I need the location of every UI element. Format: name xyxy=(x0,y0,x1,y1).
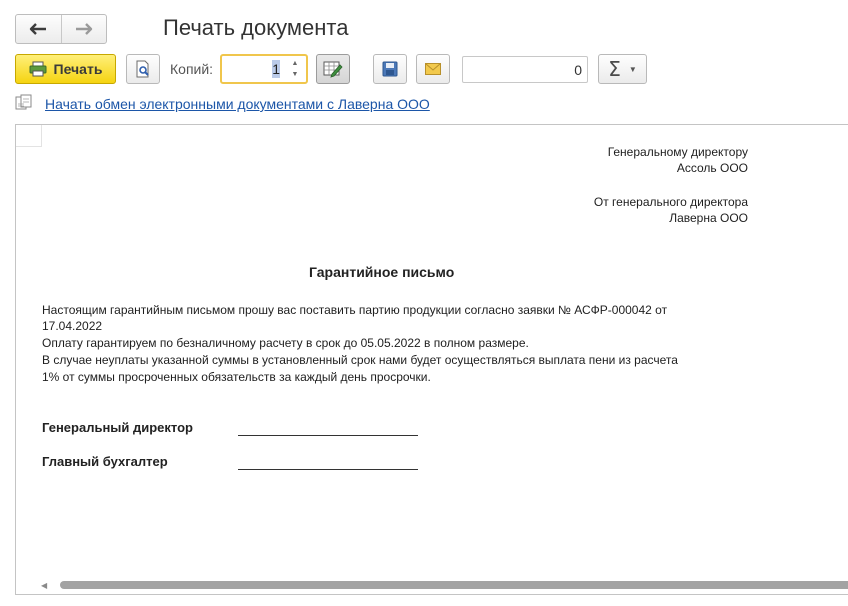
body-line: 1% от суммы просроченных обязательств за… xyxy=(42,370,431,384)
body-line: Оплату гарантируем по безналичному расче… xyxy=(42,336,529,350)
print-button[interactable]: Печать xyxy=(15,54,116,84)
back-button[interactable] xyxy=(16,15,61,43)
envelope-icon xyxy=(425,63,441,75)
scrollbar-thumb[interactable] xyxy=(60,581,848,589)
horizontal-scrollbar[interactable]: ◀ xyxy=(32,576,848,594)
body-line: 17.04.2022 xyxy=(42,319,103,333)
sigma-icon: Σ xyxy=(608,57,621,81)
recipient-company: Ассоль ООО xyxy=(676,161,748,175)
letter-heading: Гарантийное письмо xyxy=(309,264,455,280)
accountant-signature-line xyxy=(238,469,418,470)
body-line: Настоящим гарантийным письмом прошу вас … xyxy=(42,303,668,317)
copies-value: 1 xyxy=(272,61,280,77)
scroll-left-icon[interactable]: ◀ xyxy=(41,581,47,590)
accountant-signature-label: Главный бухгалтер xyxy=(42,454,168,469)
director-signature-label: Генеральный директор xyxy=(42,420,193,435)
body-line: В случае неуплаты указанной суммы в уста… xyxy=(42,353,678,367)
send-email-button[interactable] xyxy=(416,54,450,84)
sum-menu-button[interactable]: Σ ▼ xyxy=(598,54,647,84)
window-title: Печать документа xyxy=(163,15,349,40)
grid-corner xyxy=(16,125,42,147)
document-preview[interactable]: Генеральному директору Ассоль ООО От ген… xyxy=(15,124,848,595)
sender-company: Лаверна ООО xyxy=(669,211,748,225)
chevron-down-icon: ▼ xyxy=(628,64,637,74)
navigation-buttons xyxy=(15,14,107,44)
sum-value: 0 xyxy=(574,62,582,78)
sum-field[interactable]: 0 xyxy=(462,56,588,83)
sender-position: От генерального директора xyxy=(593,195,748,209)
copies-label: Копий: xyxy=(170,61,214,77)
arrow-left-icon xyxy=(30,23,47,35)
print-button-label: Печать xyxy=(53,61,103,77)
printer-icon xyxy=(29,61,47,77)
stepper-down-icon[interactable]: ▼ xyxy=(292,70,299,79)
director-signature-line xyxy=(238,435,418,436)
edit-document-button[interactable] xyxy=(316,54,350,84)
save-button[interactable] xyxy=(373,54,407,84)
print-preview-icon xyxy=(136,60,149,78)
floppy-disk-icon xyxy=(382,61,398,77)
stepper-up-icon[interactable]: ▲ xyxy=(292,59,299,68)
arrow-right-icon xyxy=(75,23,92,35)
start-exchange-link[interactable]: Начать обмен электронными документами с … xyxy=(45,96,430,112)
copies-stepper[interactable]: ▲ ▼ xyxy=(288,59,302,79)
preview-button[interactable] xyxy=(126,54,160,84)
edit-table-icon xyxy=(323,61,343,78)
copies-input[interactable]: 1 ▲ ▼ xyxy=(220,54,308,84)
recipient-position: Генеральному директору xyxy=(607,145,748,159)
document-exchange-icon xyxy=(15,94,33,117)
forward-button[interactable] xyxy=(60,15,107,43)
